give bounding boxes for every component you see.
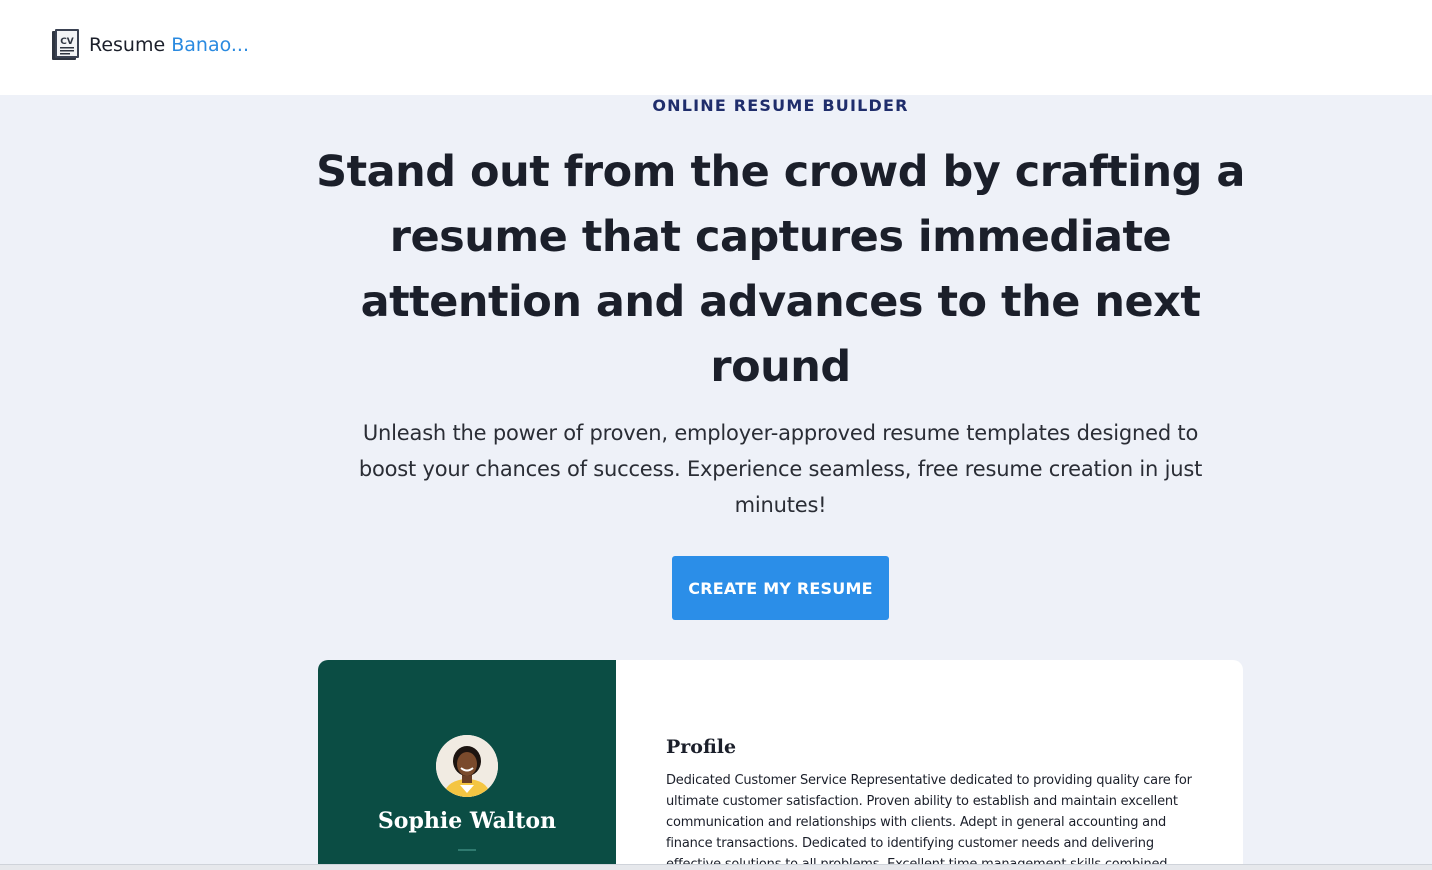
- subtext-line: Unleash the power of proven, employer-ap…: [362, 421, 1199, 445]
- headline-line: resume that captures immediate: [389, 212, 1172, 262]
- profile-heading: Profile: [666, 736, 737, 758]
- hero-subtext: Unleash the power of proven, employer-ap…: [310, 415, 1251, 523]
- profile-text: Dedicated Customer Service Representativ…: [666, 770, 1196, 870]
- top-navbar: CV Resume Banao...: [0, 0, 1432, 95]
- person-name: Sophie Walton: [377, 808, 557, 834]
- brand-accent: Banao...: [171, 34, 250, 56]
- headline-line: Stand out from the crowd by crafting a: [316, 147, 1245, 197]
- profile-line: Dedicated Customer Service Representativ…: [666, 773, 1192, 788]
- cv-document-icon: CV: [52, 29, 79, 60]
- page: CV Resume Banao... ONLINE RESUME BUILDER…: [0, 0, 1432, 870]
- hero-headline: Stand out from the crowd by crafting a r…: [300, 140, 1261, 400]
- avatar-illustration: [436, 735, 498, 797]
- resume-preview-card: Sophie Walton Profile Dedicated Customer…: [318, 660, 1243, 870]
- headline-line: attention and advances to the next: [360, 277, 1201, 327]
- subtext-line: minutes!: [734, 493, 827, 517]
- brand-word: Resume: [89, 34, 166, 56]
- headline-line: round: [710, 342, 851, 392]
- profile-line: finance transactions. Dedicated to ident…: [666, 836, 1154, 851]
- brand-logo-link[interactable]: CV Resume Banao...: [51, 28, 249, 62]
- eyebrow-label: ONLINE RESUME BUILDER: [652, 96, 909, 115]
- horizontal-scrollbar[interactable]: [0, 864, 1432, 870]
- profile-line: ultimate customer satisfaction. Proven a…: [666, 794, 1178, 809]
- resume-sidebar: Sophie Walton: [318, 660, 616, 870]
- svg-text:CV: CV: [60, 37, 74, 47]
- profile-photo: [436, 735, 498, 797]
- subtext-line: boost your chances of success. Experienc…: [358, 457, 1203, 481]
- create-my-resume-button[interactable]: CREATE MY RESUME: [672, 556, 889, 620]
- brand-name: Resume Banao...: [89, 34, 249, 56]
- name-divider: [458, 849, 476, 851]
- eyebrow: ONLINE RESUME BUILDER: [318, 96, 1243, 115]
- profile-line: communication and relationships with cli…: [666, 815, 1167, 830]
